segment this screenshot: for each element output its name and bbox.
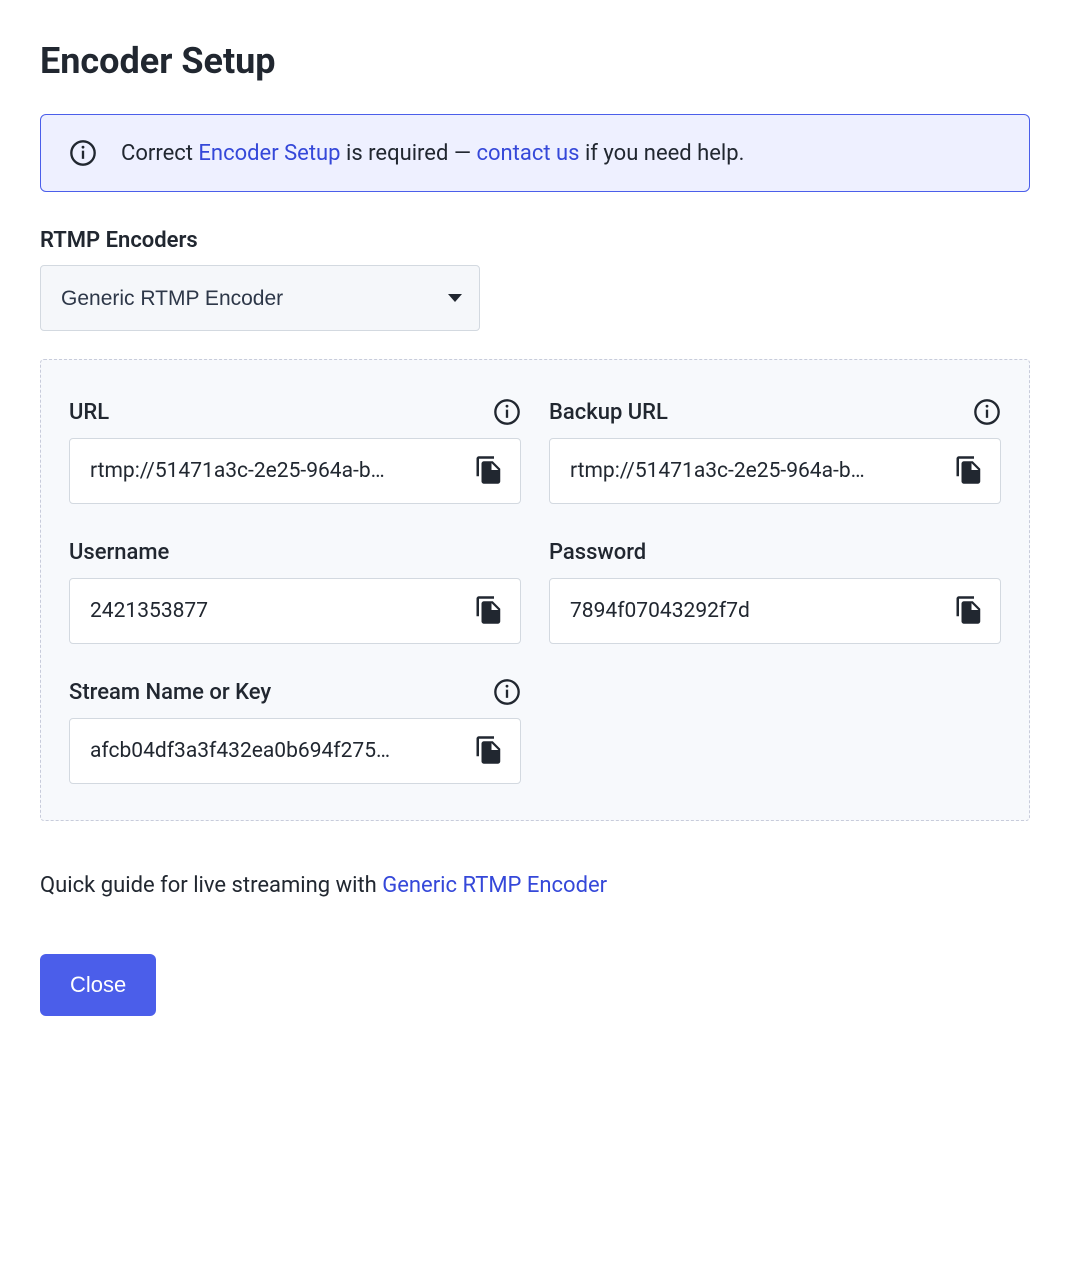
field-url: URL rtmp://51471a3c-2e25-964a-b… — [69, 396, 521, 504]
copy-password-button[interactable] — [950, 591, 988, 632]
page-title: Encoder Setup — [40, 40, 1030, 82]
field-backup-url: Backup URL rtmp://51471a3c-2e25-964a-b… — [549, 396, 1001, 504]
copy-icon — [474, 455, 504, 488]
field-stream-key: Stream Name or Key afcb04df3a3f432ea0b69… — [69, 676, 521, 784]
quick-guide-text: Quick guide for live streaming with Gene… — [40, 873, 1030, 898]
credentials-panel: URL rtmp://51471a3c-2e25-964a-b… — [40, 359, 1030, 821]
stream-key-label: Stream Name or Key — [69, 680, 271, 705]
banner-prefix: Correct — [121, 141, 198, 166]
banner-text: Correct Encoder Setup is required — cont… — [121, 141, 744, 166]
username-label: Username — [69, 540, 169, 565]
stream-key-value: afcb04df3a3f432ea0b694f275… — [90, 739, 462, 763]
copy-stream-key-button[interactable] — [470, 731, 508, 772]
password-label: Password — [549, 540, 646, 565]
copy-icon — [474, 735, 504, 768]
backup-url-label: Backup URL — [549, 400, 668, 425]
field-username: Username 2421353877 — [69, 536, 521, 644]
rtmp-encoders-label: RTMP Encoders — [40, 228, 1030, 253]
copy-icon — [474, 595, 504, 628]
url-value: rtmp://51471a3c-2e25-964a-b… — [90, 459, 462, 483]
copy-icon — [954, 455, 984, 488]
info-icon — [69, 139, 97, 167]
backup-url-info-icon[interactable] — [973, 398, 1001, 426]
username-value: 2421353877 — [90, 599, 462, 623]
stream-key-info-icon[interactable] — [493, 678, 521, 706]
url-info-icon[interactable] — [493, 398, 521, 426]
backup-url-value: rtmp://51471a3c-2e25-964a-b… — [570, 459, 942, 483]
banner-suffix: if you need help. — [580, 141, 745, 166]
banner-mid: is required — — [341, 141, 477, 166]
copy-icon — [954, 595, 984, 628]
encoder-select-wrap: Generic RTMP Encoder — [40, 265, 480, 331]
quick-guide-prefix: Quick guide for live streaming with — [40, 873, 382, 898]
info-banner: Correct Encoder Setup is required — cont… — [40, 114, 1030, 192]
copy-backup-url-button[interactable] — [950, 451, 988, 492]
encoder-select[interactable]: Generic RTMP Encoder — [40, 265, 480, 331]
copy-username-button[interactable] — [470, 591, 508, 632]
field-password: Password 7894f07043292f7d — [549, 536, 1001, 644]
copy-url-button[interactable] — [470, 451, 508, 492]
close-button[interactable]: Close — [40, 954, 156, 1016]
banner-link-encoder-setup[interactable]: Encoder Setup — [198, 141, 340, 166]
banner-link-contact-us[interactable]: contact us — [476, 141, 579, 166]
password-value: 7894f07043292f7d — [570, 599, 942, 623]
quick-guide-link[interactable]: Generic RTMP Encoder — [382, 873, 607, 898]
url-label: URL — [69, 400, 109, 425]
